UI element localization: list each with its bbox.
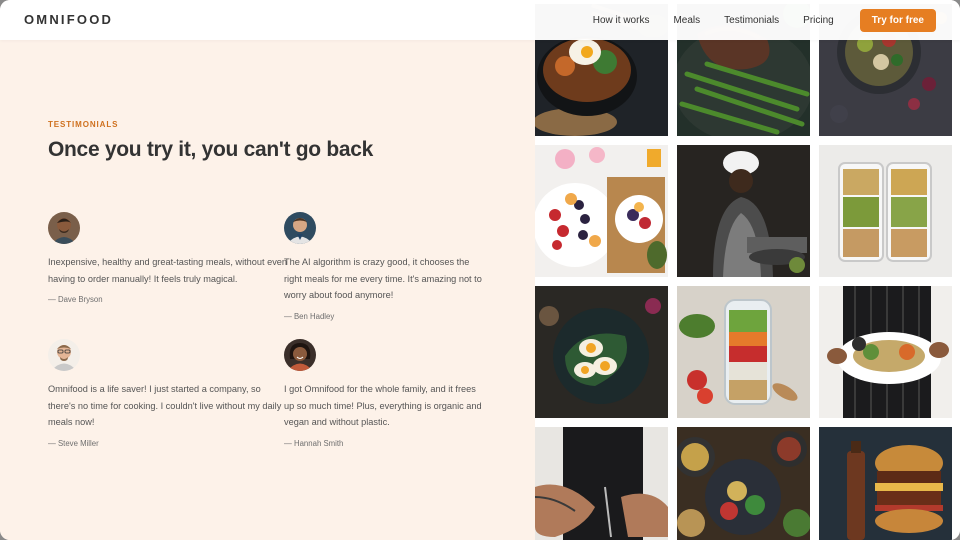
avatar (48, 339, 80, 371)
testimonial-card: I got Omnifood for the whole family, and… (284, 339, 484, 448)
testimonial-card: Omnifood is a life saver! I just started… (48, 339, 288, 448)
avatar (284, 212, 316, 244)
section-subheading: TESTIMONIALS (48, 120, 119, 129)
testimonial-quote: I got Omnifood for the whole family, and… (284, 384, 482, 427)
testimonial-card: Inexpensive, healthy and great-tasting m… (48, 212, 288, 304)
testimonial-author: — Dave Bryson (48, 295, 103, 304)
testimonial-author: — Steve Miller (48, 438, 99, 448)
egg-salad-plate-image (535, 286, 668, 418)
gallery (535, 0, 960, 540)
testimonial-quote: Omnifood is a life saver! I just started… (48, 384, 282, 427)
logo[interactable]: OMNIFOOD (24, 12, 113, 27)
plate-held-image (819, 286, 952, 418)
chef-plating-image (535, 427, 668, 540)
nav-link-testimonials[interactable]: Testimonials (724, 15, 779, 26)
testimonial-author: — Ben Hadley (284, 311, 335, 321)
nav-link-meals[interactable]: Meals (673, 15, 700, 26)
try-for-free-button[interactable]: Try for free (859, 8, 936, 32)
testimonial-quote: The AI algorithm is crazy good, it choos… (284, 257, 482, 300)
avatar (284, 339, 316, 371)
salad-jar-image (677, 286, 810, 418)
nav-link-pricing[interactable]: Pricing (803, 15, 834, 26)
header: OMNIFOOD How it works Meals Testimonials… (0, 0, 960, 40)
page: OMNIFOOD How it works Meals Testimonials… (0, 0, 960, 540)
testimonial-author: — Hannah Smith (284, 438, 344, 448)
fruit-platter-image (535, 145, 668, 277)
nav-link-how-it-works[interactable]: How it works (593, 15, 650, 26)
meal-prep-containers-image (819, 145, 952, 277)
chef-cooking-image (677, 145, 810, 277)
main-nav: How it works Meals Testimonials Pricing … (569, 0, 936, 40)
section-heading: Once you try it, you can't go back (48, 138, 374, 161)
testimonial-card: The AI algorithm is crazy good, it choos… (284, 212, 484, 321)
bowls-table-image (677, 427, 810, 540)
burger-image (819, 427, 952, 540)
avatar (48, 212, 80, 244)
testimonial-quote: Inexpensive, healthy and great-tasting m… (48, 257, 288, 284)
testimonials-section: TESTIMONIALS Once you try it, you can't … (0, 40, 535, 540)
